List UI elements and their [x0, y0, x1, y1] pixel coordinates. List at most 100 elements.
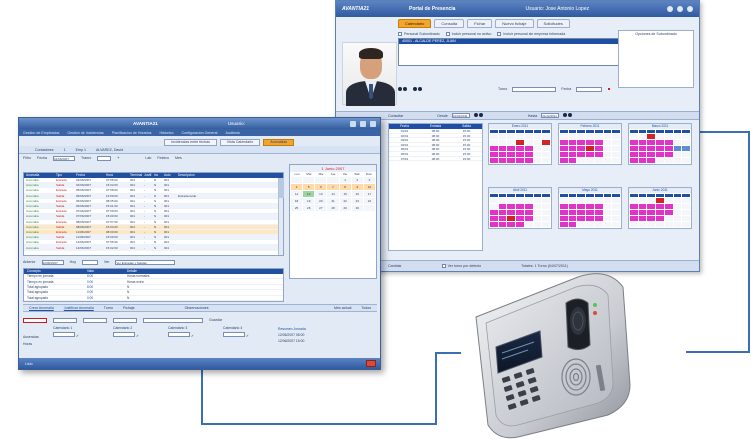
calendar-day[interactable]: [594, 210, 603, 215]
calendar-day[interactable]: [594, 158, 603, 163]
from-date-input[interactable]: 01/01/2011: [451, 113, 470, 118]
calendar-day[interactable]: [673, 152, 682, 157]
calendar-day[interactable]: [630, 216, 638, 221]
calendar-day[interactable]: [612, 210, 620, 215]
calendar-day[interactable]: [524, 146, 533, 151]
calendar-day[interactable]: [647, 146, 656, 151]
calendar-day[interactable]: [630, 210, 638, 215]
calendar-day[interactable]: [568, 140, 577, 145]
calendar-day[interactable]: [542, 222, 550, 227]
maximize-icon[interactable]: [360, 120, 366, 127]
calendar-day[interactable]: [524, 222, 533, 227]
calendar-day[interactable]: [673, 146, 682, 151]
subordinate-selected-row[interactable]: 40001 - ALCALDE PEREZ, JUAN: [399, 39, 629, 44]
calendar-day[interactable]: [533, 158, 542, 163]
calendar-day[interactable]: [647, 198, 656, 203]
calendar-day[interactable]: [656, 146, 664, 151]
calendar-day[interactable]: [490, 204, 498, 209]
calendar-day[interactable]: [507, 222, 516, 227]
calendar-day[interactable]: [612, 222, 620, 227]
calendar-day[interactable]: [603, 210, 612, 215]
calendar-day[interactable]: [516, 222, 524, 227]
calendar-day[interactable]: [682, 222, 690, 227]
calendar-day[interactable]: 11: [291, 191, 303, 197]
calendar-day[interactable]: [638, 204, 647, 209]
calendar-day[interactable]: [586, 146, 594, 151]
calendar-day[interactable]: [638, 134, 647, 139]
calendar-day[interactable]: [647, 140, 656, 145]
subordinate-list[interactable]: 40001 - ALCALDE PEREZ, JUAN: [398, 38, 630, 66]
table-cell[interactable]: Anomalia: [24, 235, 54, 239]
table-cell[interactable]: Anomalia: [24, 209, 54, 213]
calendar-day[interactable]: [507, 210, 516, 215]
calendar-day[interactable]: [507, 198, 516, 203]
fecha-input[interactable]: [576, 86, 603, 92]
table-cell[interactable]: Anomalia: [24, 183, 54, 187]
portal-window-controls[interactable]: [667, 6, 693, 12]
menu-horarios[interactable]: Planificacion de Horarios: [112, 131, 152, 135]
calendar-day[interactable]: [507, 204, 516, 209]
calendar-day[interactable]: 30: [351, 205, 363, 211]
calendar-day[interactable]: [682, 216, 690, 221]
calendar-day[interactable]: 7: [327, 184, 339, 190]
calendar-day[interactable]: [303, 177, 315, 183]
calendar-day[interactable]: [664, 198, 673, 203]
calendar-day[interactable]: [568, 198, 577, 203]
calendar-day[interactable]: [498, 222, 507, 227]
calendar-day[interactable]: [664, 146, 673, 151]
calendar-day[interactable]: [507, 216, 516, 221]
table-row[interactable]: 07/01 08:00 15:00: [389, 157, 482, 162]
calendar-day[interactable]: [664, 158, 673, 163]
calendar-day[interactable]: 9: [351, 184, 363, 190]
calendar-day[interactable]: [516, 134, 524, 139]
anterior-button[interactable]: Anterior: [23, 260, 36, 264]
calendar-day[interactable]: [638, 216, 647, 221]
calendar-day[interactable]: [664, 216, 673, 221]
calendar-day[interactable]: [542, 198, 550, 203]
table-cell[interactable]: Anomalia: [24, 178, 54, 182]
calendar-day[interactable]: [577, 216, 586, 221]
calendar-day[interactable]: [682, 158, 690, 163]
calendar-day[interactable]: [498, 158, 507, 163]
calendar-day[interactable]: [638, 152, 647, 157]
calendar-day[interactable]: [577, 198, 586, 203]
tab-calendario[interactable]: Calendario: [398, 19, 432, 28]
calendar-day[interactable]: [673, 140, 682, 145]
calendar-day[interactable]: 4: [291, 184, 303, 190]
turno-input[interactable]: [23, 317, 47, 323]
calendar-day[interactable]: [612, 204, 620, 209]
calendar-day[interactable]: [630, 158, 638, 163]
table-cell[interactable]: Anomalia: [24, 204, 54, 208]
calendar-day[interactable]: [612, 198, 620, 203]
calendar-day[interactable]: [560, 204, 568, 209]
nav-date-input[interactable]: 12/06/2007: [41, 259, 64, 265]
calendar-day[interactable]: [594, 152, 603, 157]
calendar-day[interactable]: [638, 158, 647, 163]
checkbox[interactable]: [441, 264, 446, 268]
calendar-day[interactable]: [507, 140, 516, 145]
calendar-day[interactable]: [568, 222, 577, 227]
calendar-icon[interactable]: [563, 113, 573, 118]
calendar-day[interactable]: [673, 198, 682, 203]
calendar-day[interactable]: [498, 198, 507, 203]
table-cell[interactable]: Anomalia: [24, 225, 54, 229]
calendar-day[interactable]: [542, 204, 550, 209]
calendar-day[interactable]: [490, 216, 498, 221]
calendar-day[interactable]: 10: [363, 184, 375, 190]
calendar-day[interactable]: [560, 146, 568, 151]
calendar-day[interactable]: 23: [351, 198, 363, 204]
calendar-day[interactable]: [490, 134, 498, 139]
calendar-day[interactable]: 25: [291, 205, 303, 211]
calendar-day[interactable]: [603, 158, 612, 163]
table-cell[interactable]: Anomalia: [24, 194, 54, 198]
check-icon[interactable]: ✓: [246, 334, 249, 338]
checkbox[interactable]: [398, 31, 402, 36]
menu-historico[interactable]: Historico: [159, 131, 173, 135]
calendar-day[interactable]: [630, 152, 638, 157]
calendar-day[interactable]: [363, 205, 375, 211]
calendar-day[interactable]: [568, 216, 577, 221]
calendar-day[interactable]: 3: [363, 177, 375, 183]
guardar-button[interactable]: Guardar: [209, 318, 222, 322]
calendar-day[interactable]: [603, 134, 612, 139]
calendar-day[interactable]: [647, 222, 656, 227]
